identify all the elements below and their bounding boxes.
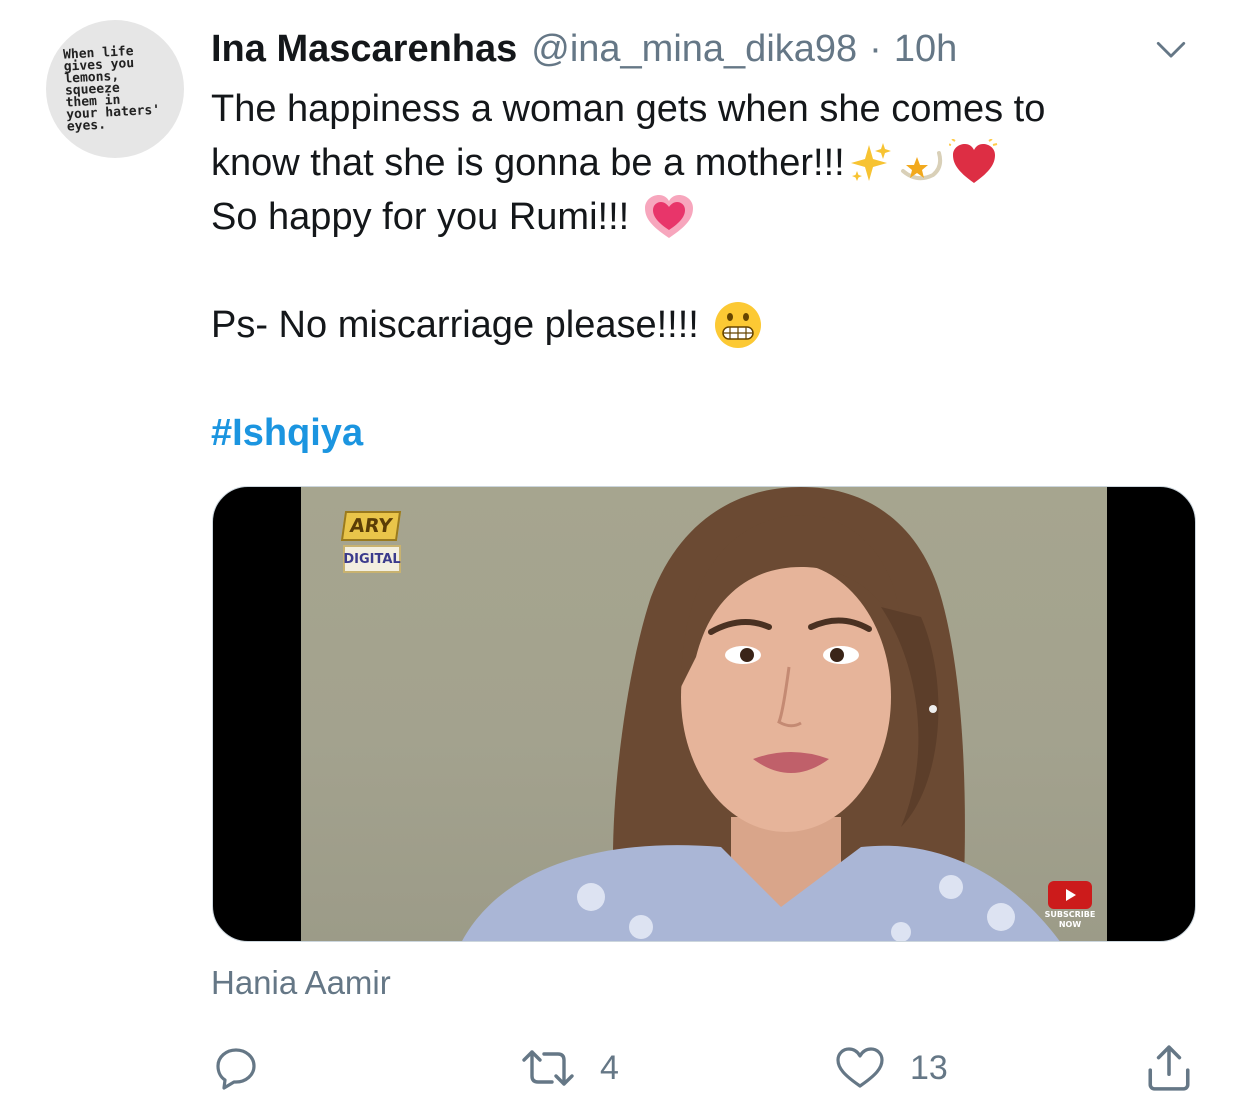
tweet-line-2: know that she is gonna be a mother!!! (211, 142, 845, 184)
media-card[interactable]: ARY DIGITAL SUBSCRIBE NOW (212, 486, 1196, 942)
beating-heart-icon (948, 139, 997, 183)
like-count: 13 (910, 1048, 948, 1087)
avatar-text: When life gives you lemons, squeeze them… (62, 43, 161, 135)
dizzy-star-icon (900, 151, 942, 181)
growing-heart-icon (645, 195, 694, 238)
video-still-image (462, 487, 1060, 941)
grimacing-face-icon (714, 302, 761, 348)
subscribe-label-1: SUBSCRIBE (1044, 910, 1096, 919)
channel-logo-bottom: DIGITAL (343, 545, 401, 573)
tweet-line-3: So happy for you Rumi!!! (211, 196, 630, 238)
channel-logo: ARY DIGITAL (340, 511, 402, 577)
share-icon (1148, 1045, 1190, 1091)
youtube-play-icon (1048, 881, 1092, 909)
tweet-line-4: Ps- No miscarriage please!!!! (211, 304, 699, 346)
channel-logo-top: ARY (340, 511, 402, 541)
timestamp[interactable]: 10h (894, 28, 957, 71)
like-button[interactable]: 13 (834, 1038, 948, 1098)
tweet-header: Ina Mascarenhas @ina_mina_dika98 · 10h (211, 24, 1202, 74)
retweet-count: 4 (600, 1048, 619, 1087)
tweet-actions: 4 13 (0, 1038, 1242, 1098)
heart-icon (836, 1047, 884, 1088)
sparkles-icon (850, 143, 891, 181)
avatar[interactable]: When life gives you lemons, squeeze them… (46, 20, 184, 158)
chevron-down-icon[interactable] (1154, 32, 1188, 66)
tweet: When life gives you lemons, squeeze them… (0, 0, 1242, 1116)
tweet-text: The happiness a woman gets when she come… (211, 82, 1211, 460)
media-caption: Hania Aamir (211, 964, 391, 1001)
video-frame[interactable]: ARY DIGITAL SUBSCRIBE NOW (301, 487, 1107, 941)
retweet-icon (522, 1050, 574, 1086)
hashtag-link[interactable]: #Ishqiya (211, 406, 363, 460)
user-handle[interactable]: @ina_mina_dika98 (531, 28, 857, 71)
share-button[interactable] (1144, 1038, 1194, 1098)
reply-icon (216, 1048, 256, 1090)
subscribe-badge: SUBSCRIBE NOW (1045, 881, 1095, 929)
display-name[interactable]: Ina Mascarenhas (211, 28, 517, 71)
tweet-line-1: The happiness a woman gets when she come… (211, 88, 1046, 130)
reply-button[interactable] (212, 1038, 260, 1098)
subscribe-label-2: NOW (1058, 920, 1082, 929)
dot-separator: · (869, 27, 882, 70)
retweet-button[interactable]: 4 (520, 1038, 619, 1098)
